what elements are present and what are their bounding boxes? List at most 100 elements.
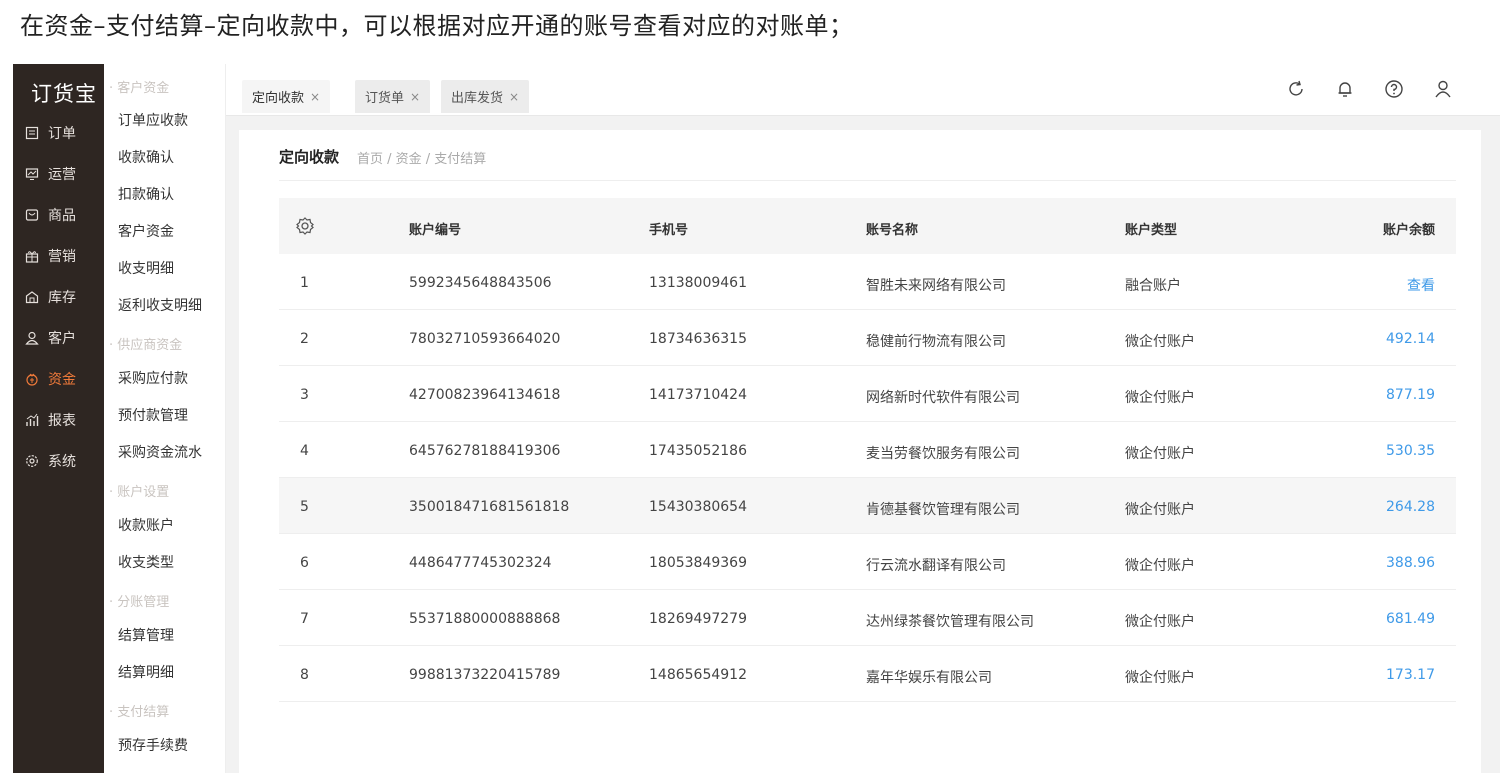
refresh-icon[interactable] bbox=[1285, 78, 1307, 100]
table-row[interactable]: 7 55371880000888868 18269497279 达州绿茶餐饮管理… bbox=[279, 590, 1456, 646]
table-row[interactable]: 6 4486477745302324 18053849369 行云流水翻译有限公… bbox=[279, 534, 1456, 590]
balance-link[interactable]: 388.96 bbox=[1386, 555, 1435, 571]
nav-item-funds[interactable]: 资金 bbox=[24, 368, 76, 390]
subnav-item[interactable]: 结算管理 bbox=[118, 625, 174, 645]
subnav-item[interactable]: 采购应付款 bbox=[118, 368, 188, 388]
balance-link[interactable]: 877.19 bbox=[1386, 387, 1435, 403]
divider bbox=[279, 180, 1456, 181]
subnav-item[interactable]: 收款账户 bbox=[118, 515, 174, 535]
tab-outbound-shipment[interactable]: 出库发货 × bbox=[441, 80, 530, 113]
row-index: 6 bbox=[300, 555, 309, 571]
settings-gear-icon bbox=[24, 453, 40, 469]
nav-item-report[interactable]: 报表 bbox=[24, 409, 76, 431]
tab-purchase-order[interactable]: 订货单 × bbox=[355, 80, 431, 113]
balance-link[interactable]: 173.17 bbox=[1386, 667, 1435, 683]
table-row[interactable]: 1 5992345648843506 13138009461 智胜未来网络有限公… bbox=[279, 254, 1456, 310]
breadcrumb: 首页 / 资金 / 支付结算 bbox=[357, 152, 487, 167]
row-index: 5 bbox=[300, 499, 309, 515]
subnav-group-customer-funds: · 客户资金 bbox=[109, 81, 170, 96]
row-index: 8 bbox=[300, 667, 309, 683]
close-icon[interactable]: × bbox=[509, 90, 519, 104]
close-icon[interactable]: × bbox=[310, 90, 320, 104]
account-type: 微企付账户 bbox=[1125, 446, 1195, 462]
table-row[interactable]: 4 64576278188419306 17435052186 麦当劳餐饮服务有… bbox=[279, 422, 1456, 478]
view-balance-link[interactable]: 查看 bbox=[1407, 275, 1435, 295]
nav-label: 资金 bbox=[48, 372, 76, 388]
account-name: 达州绿茶餐饮管理有限公司 bbox=[866, 614, 1034, 630]
table-settings-icon[interactable] bbox=[295, 216, 315, 240]
subnav-item[interactable]: 采购资金流水 bbox=[118, 442, 202, 462]
app-window: 订货宝 订单 运营 商品 营销 库存 客户 资金 报表 系统 · 客户资金 订单… bbox=[13, 64, 1500, 773]
instruction-caption: 在资金–支付结算–定向收款中，可以根据对应开通的账号查看对应的对账单； bbox=[20, 12, 854, 40]
subnav-item[interactable]: 预存手续费 bbox=[118, 735, 188, 755]
subnav-item[interactable]: 客户资金 bbox=[118, 221, 174, 241]
table-row[interactable]: 8 99881373220415789 14865654912 嘉年华娱乐有限公… bbox=[279, 646, 1456, 702]
nav-item-marketing[interactable]: 营销 bbox=[24, 245, 76, 267]
subnav-item[interactable]: 返利收支明细 bbox=[118, 295, 202, 315]
account-name: 网络新时代软件有限公司 bbox=[866, 390, 1020, 406]
nav-item-operation[interactable]: 运营 bbox=[24, 163, 76, 185]
account-no: 78032710593664020 bbox=[409, 331, 561, 347]
subnav-item[interactable]: 订单应收款 bbox=[118, 110, 188, 130]
phone: 18269497279 bbox=[649, 611, 747, 627]
order-icon bbox=[24, 125, 40, 141]
account-no: 99881373220415789 bbox=[409, 667, 561, 683]
sub-sidebar: · 客户资金 订单应收款 收款确认 扣款确认 客户资金 收支明细 返利收支明细 … bbox=[104, 64, 226, 773]
account-name: 嘉年华娱乐有限公司 bbox=[866, 670, 992, 686]
table-row[interactable]: 2 78032710593664020 18734636315 稳健前行物流有限… bbox=[279, 310, 1456, 366]
row-index: 7 bbox=[300, 611, 309, 627]
nav-item-order[interactable]: 订单 bbox=[24, 122, 76, 144]
column-header-account-name[interactable]: 账号名称 bbox=[866, 219, 918, 238]
app-logo: 订货宝 bbox=[31, 82, 97, 106]
account-type: 微企付账户 bbox=[1125, 558, 1195, 574]
row-index: 2 bbox=[300, 331, 309, 347]
phone: 18053849369 bbox=[649, 555, 747, 571]
nav-item-inventory[interactable]: 库存 bbox=[24, 286, 76, 308]
row-index: 3 bbox=[300, 387, 309, 403]
user-icon[interactable] bbox=[1432, 78, 1454, 100]
nav-label: 运营 bbox=[48, 167, 76, 183]
row-index: 4 bbox=[300, 443, 309, 459]
balance-link[interactable]: 681.49 bbox=[1386, 611, 1435, 627]
page-title: 定向收款 bbox=[279, 148, 340, 166]
subnav-item[interactable]: 结算明细 bbox=[118, 662, 174, 682]
column-header-balance[interactable]: 账户余额 bbox=[1383, 219, 1435, 238]
account-name: 智胜未来网络有限公司 bbox=[866, 278, 1006, 294]
nav-item-customer[interactable]: 客户 bbox=[24, 327, 76, 349]
balance-link[interactable]: 492.14 bbox=[1386, 331, 1435, 347]
account-type: 融合账户 bbox=[1125, 278, 1181, 294]
column-header-account-no[interactable]: 账户编号 bbox=[409, 219, 461, 238]
table-row[interactable]: 5 350018471681561818 15430380654 肯德基餐饮管理… bbox=[279, 478, 1456, 534]
subnav-group-account-settings: · 账户设置 bbox=[109, 485, 170, 500]
subnav-item[interactable]: 预付款管理 bbox=[118, 405, 188, 425]
subnav-item[interactable]: 扣款确认 bbox=[118, 184, 174, 204]
column-header-phone[interactable]: 手机号 bbox=[649, 219, 688, 238]
nav-item-product[interactable]: 商品 bbox=[24, 204, 76, 226]
nav-item-system[interactable]: 系统 bbox=[24, 450, 76, 472]
table-header: 账户编号 手机号 账号名称 账户类型 账户余额 bbox=[279, 198, 1456, 254]
subnav-item[interactable]: 收款确认 bbox=[118, 147, 174, 167]
report-chart-icon bbox=[24, 412, 40, 428]
subnav-item[interactable]: 收支明细 bbox=[118, 258, 174, 278]
subnav-item[interactable]: 收支类型 bbox=[118, 552, 174, 572]
column-header-account-type[interactable]: 账户类型 bbox=[1125, 219, 1177, 238]
customer-icon bbox=[24, 330, 40, 346]
phone: 14173710424 bbox=[649, 387, 747, 403]
close-icon[interactable]: × bbox=[410, 90, 420, 104]
account-name: 麦当劳餐饮服务有限公司 bbox=[866, 446, 1020, 462]
subnav-group-split-management: · 分账管理 bbox=[109, 595, 170, 610]
account-name: 肯德基餐饮管理有限公司 bbox=[866, 502, 1020, 518]
main-area: 定向收款 × 订货单 × 出库发货 × 定向收款 首页 / 资金 / 支付结算 账户编… bbox=[226, 64, 1500, 773]
account-no: 42700823964134618 bbox=[409, 387, 561, 403]
tab-directed-collection[interactable]: 定向收款 × bbox=[242, 80, 331, 113]
account-type: 微企付账户 bbox=[1125, 390, 1195, 406]
account-type: 微企付账户 bbox=[1125, 670, 1195, 686]
account-name: 行云流水翻译有限公司 bbox=[866, 558, 1006, 574]
table-row[interactable]: 3 42700823964134618 14173710424 网络新时代软件有… bbox=[279, 366, 1456, 422]
balance-link[interactable]: 530.35 bbox=[1386, 443, 1435, 459]
bell-icon[interactable] bbox=[1334, 78, 1356, 100]
balance-link[interactable]: 264.28 bbox=[1386, 499, 1435, 515]
help-icon[interactable] bbox=[1383, 78, 1405, 100]
main-sidebar: 订货宝 订单 运营 商品 营销 库存 客户 资金 报表 系统 bbox=[13, 64, 104, 773]
account-no: 55371880000888868 bbox=[409, 611, 561, 627]
